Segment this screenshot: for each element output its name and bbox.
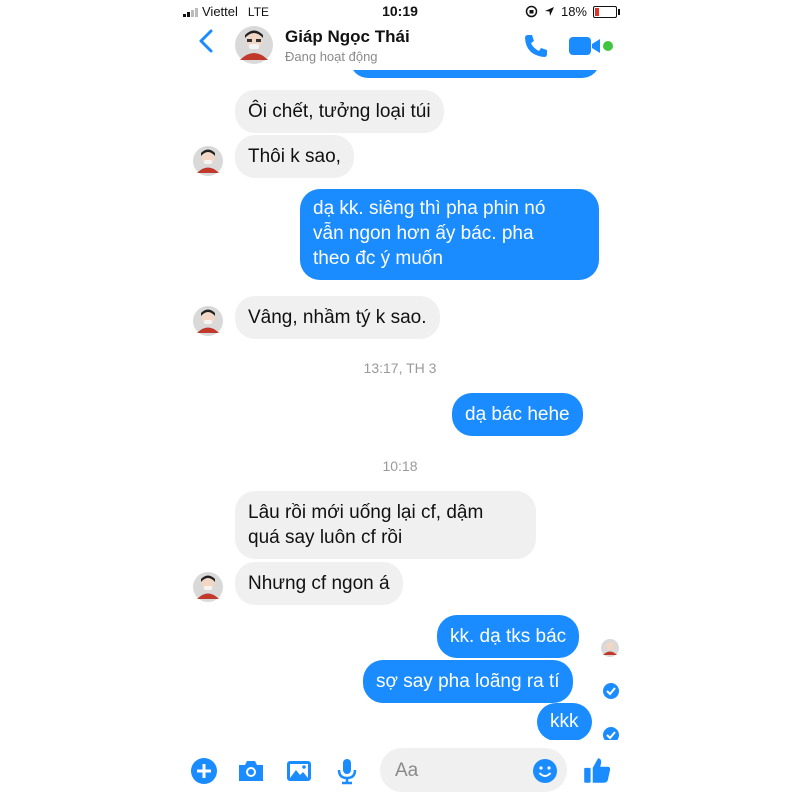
rotation-lock-icon (525, 5, 538, 18)
message-bubble-incoming[interactable]: Lâu rồi mới uống lại cf, dậm quá say luô… (235, 491, 536, 559)
composer-bar: Aa (175, 740, 625, 800)
phone-call-icon[interactable] (522, 32, 550, 60)
back-button[interactable] (197, 28, 215, 60)
message-bubble-outgoing[interactable]: dạ bác hehe (452, 393, 583, 436)
location-icon (544, 7, 554, 16)
timestamp-divider: 13:17, TH 3 (363, 360, 437, 376)
contact-avatar-small (193, 146, 223, 176)
photo-gallery-icon[interactable] (284, 756, 314, 786)
contact-avatar[interactable] (235, 26, 273, 64)
message-bubble-incoming[interactable]: Thôi k sao, (235, 135, 354, 178)
message-bubble-outgoing[interactable]: dạ kk. siêng thì pha phin nó vẫn ngon hơ… (300, 189, 599, 280)
battery-icon (593, 5, 620, 18)
microphone-icon[interactable] (332, 756, 362, 786)
seen-avatar (601, 639, 619, 657)
message-bubble-outgoing[interactable]: kkk (537, 703, 592, 741)
message-input-placeholder: Aa (395, 760, 419, 781)
message-bubble-outgoing[interactable]: kk. dạ tks bác (437, 615, 580, 658)
timestamp-divider: 10:18 (382, 458, 418, 474)
contact-avatar-small (193, 572, 223, 602)
battery-percent: 18% (560, 4, 587, 19)
camera-icon[interactable] (236, 756, 266, 786)
chevron-left-icon (199, 29, 213, 53)
contact-name[interactable]: Giáp Ngọc Thái (285, 27, 410, 47)
message-bubble-outgoing[interactable]: sợ say pha loãng ra tí (363, 660, 573, 703)
delivered-check-icon (603, 683, 619, 699)
messenger-screen: Viettel LTE 10:19 18% Giáp Ngọc Thái Đan… (175, 0, 625, 800)
message-bubble-incoming[interactable]: Ôi chết, tưởng loại túi (235, 90, 444, 133)
message-bubble-incoming[interactable]: Vâng, nhầm tý k sao. (235, 296, 440, 339)
video-call-icon[interactable] (567, 34, 607, 58)
emoji-icon[interactable] (532, 758, 558, 784)
contact-avatar-small (193, 306, 223, 336)
status-right: 18% (525, 4, 620, 19)
message-bubble-incoming[interactable]: Nhưng cf ngon á (235, 562, 403, 605)
chat-header: Giáp Ngọc Thái Đang hoạt động (175, 22, 625, 70)
status-bar: Viettel LTE 10:19 18% (175, 0, 625, 22)
presence-status: Đang hoạt động (285, 49, 378, 64)
thumbs-up-icon[interactable] (581, 754, 613, 786)
online-indicator (603, 41, 613, 51)
plus-icon[interactable] (189, 756, 219, 786)
message-input[interactable]: Aa (380, 748, 567, 792)
